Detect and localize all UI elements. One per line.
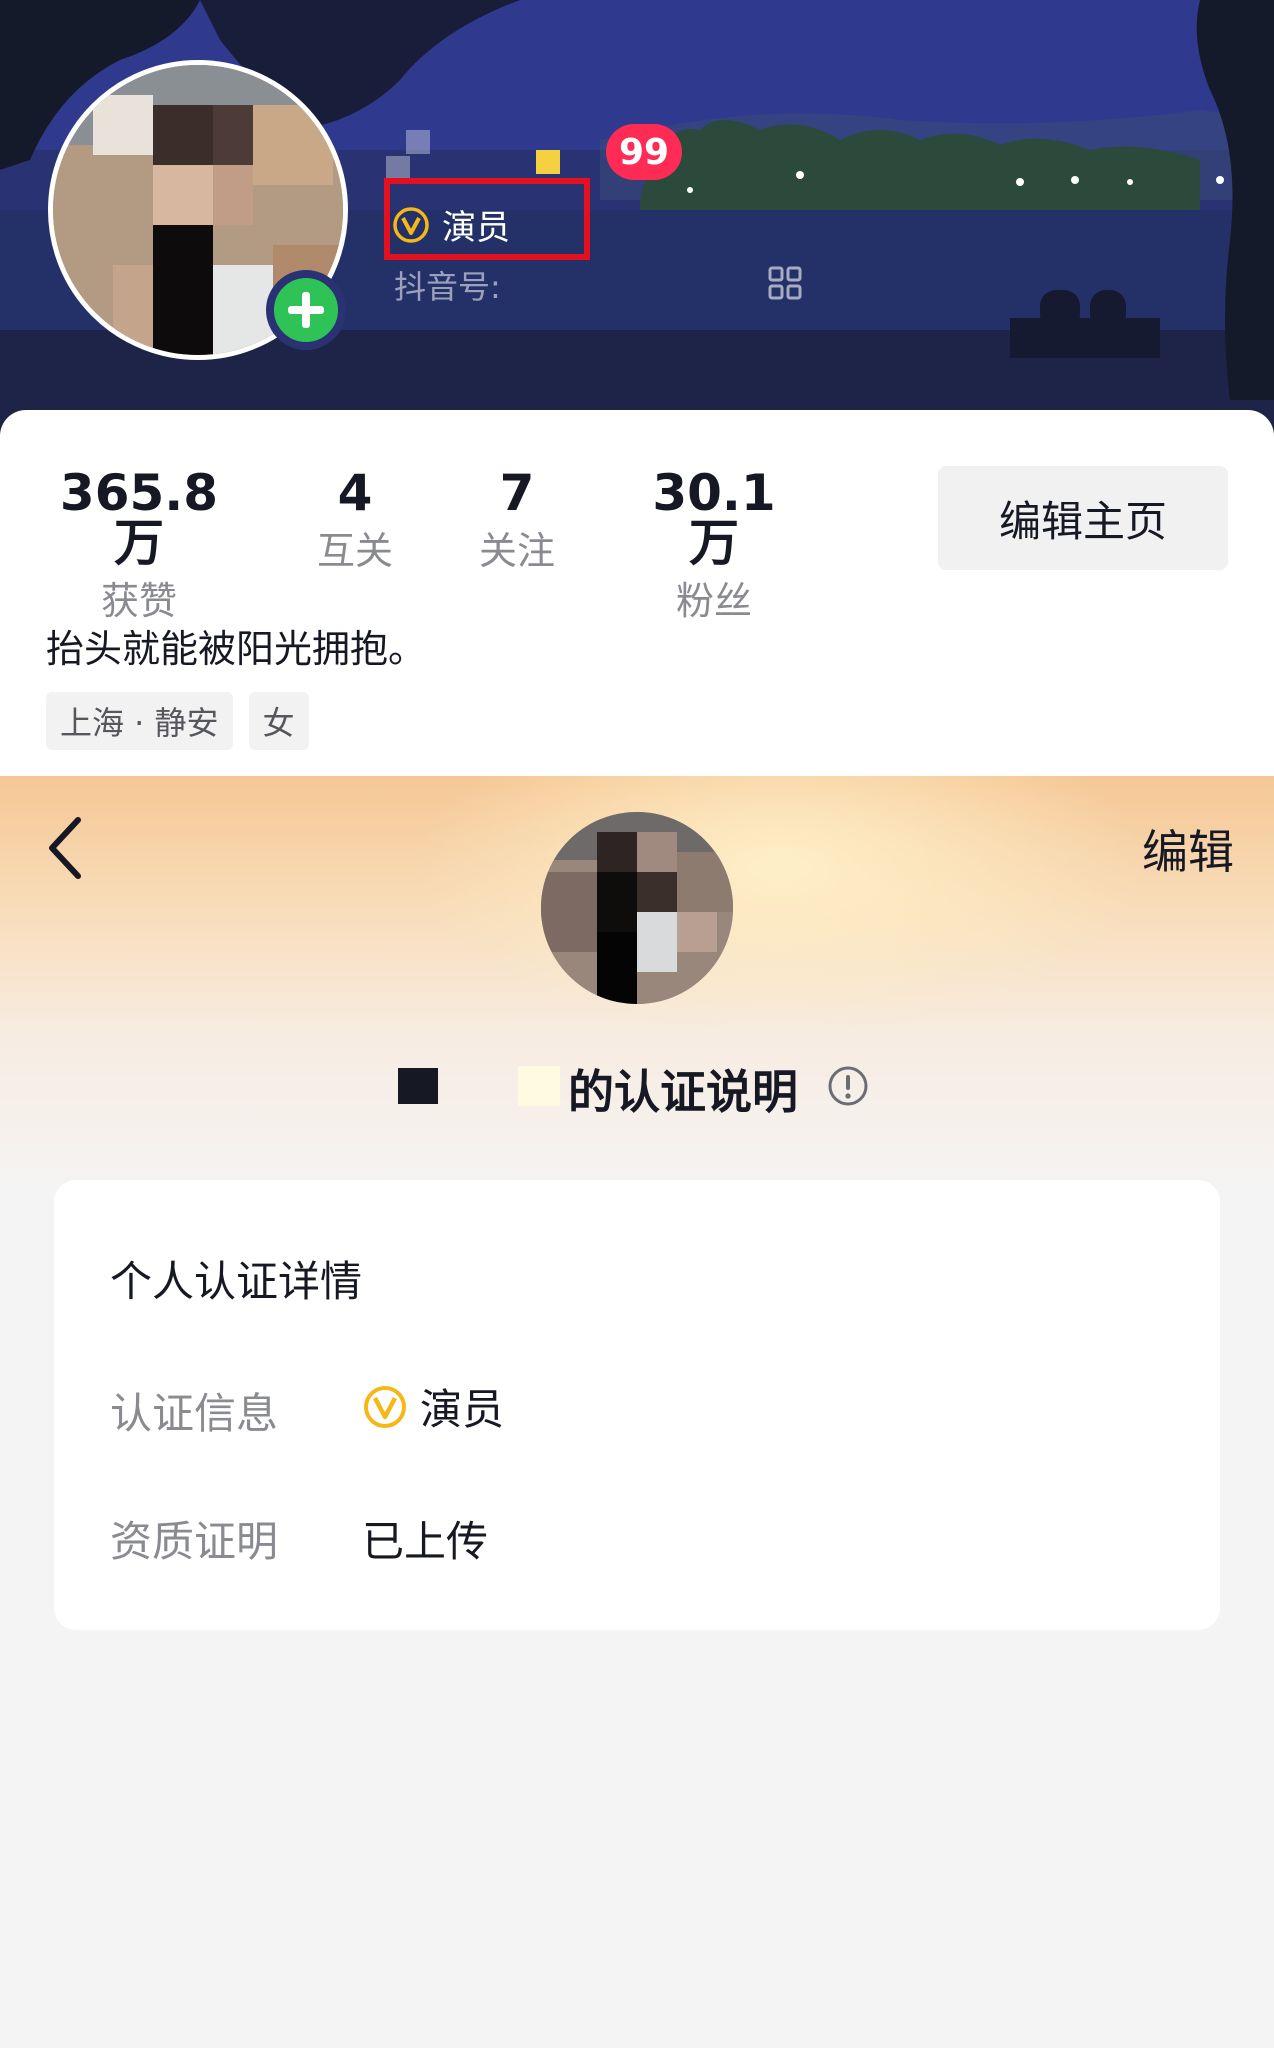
stat-value: 365.8万 [59,464,219,572]
profile-tags: 上海 · 静安 女 [46,692,309,750]
certification-title: 的认证说明 [568,1065,798,1119]
edit-profile-button[interactable]: 编辑主页 [938,466,1228,570]
location-tag[interactable]: 上海 · 静安 [46,692,233,750]
stat-following[interactable]: 7 关注 [462,468,572,570]
certification-avatar [541,812,733,1004]
notification-badge[interactable]: 99 [606,124,682,180]
stat-label: 互关 [316,529,393,573]
add-follow-button[interactable] [266,270,346,350]
gender-tag: 女 [248,692,309,750]
detail-label: 认证信息 [110,1389,279,1438]
plus-icon [288,292,324,328]
stat-value: 4 [337,464,373,522]
certification-page: 编辑 的认证说明 个人认证详情 认证信息 演员 资质证明 已上传 [0,776,1274,2048]
profile-info-card: 365.8万 获赞 4 互关 7 关注 30.1万 粉丝 编辑主页 抬头就能被阳… [0,410,1274,780]
certification-info-value: 演员 [362,1376,504,1437]
certification-detail-card: 个人认证详情 认证信息 演员 资质证明 已上传 [54,1180,1220,1630]
detail-value-text: 演员 [420,1385,505,1434]
name-mosaic [398,1068,438,1104]
certification-title-row: 的认证说明 [0,1054,1274,1119]
stat-likes[interactable]: 365.8万 获赞 [46,468,232,620]
certification-label: 演员 [442,208,510,248]
qualification-proof-value: 已上传 [362,1508,488,1569]
profile-bio: 抬头就能被阳光拥抱。 [46,627,427,671]
stat-label: 获赞 [100,579,177,623]
info-icon[interactable] [826,1064,870,1108]
name-mosaic [518,1066,560,1106]
qr-code-icon[interactable] [768,266,802,300]
detail-label: 资质证明 [110,1517,279,1566]
certification-tag[interactable]: 演员 [392,200,510,249]
profile-cover: 99 演员 抖音号: [0,0,1274,440]
stat-value: 30.1万 [652,464,776,572]
detail-value-text: 已上传 [362,1517,489,1566]
stat-mutual[interactable]: 4 互关 [300,468,410,570]
v-badge-icon [364,1385,406,1428]
stat-label: 粉丝 [675,579,752,623]
screen: 99 演员 抖音号: 365.8万 获赞 4 互关 7 关注 30.1万 粉丝 … [0,0,1274,2048]
douyin-id-label[interactable]: 抖音号: [394,262,501,308]
stat-followers[interactable]: 30.1万 粉丝 [636,468,792,620]
back-arrow-icon[interactable] [40,812,92,884]
stat-value: 7 [499,464,535,522]
avatar-mosaic [541,812,733,1004]
edit-button[interactable]: 编辑 [1142,816,1234,882]
detail-heading: 个人认证详情 [110,1257,363,1306]
stat-label: 关注 [478,529,555,573]
v-badge-icon [393,206,429,243]
